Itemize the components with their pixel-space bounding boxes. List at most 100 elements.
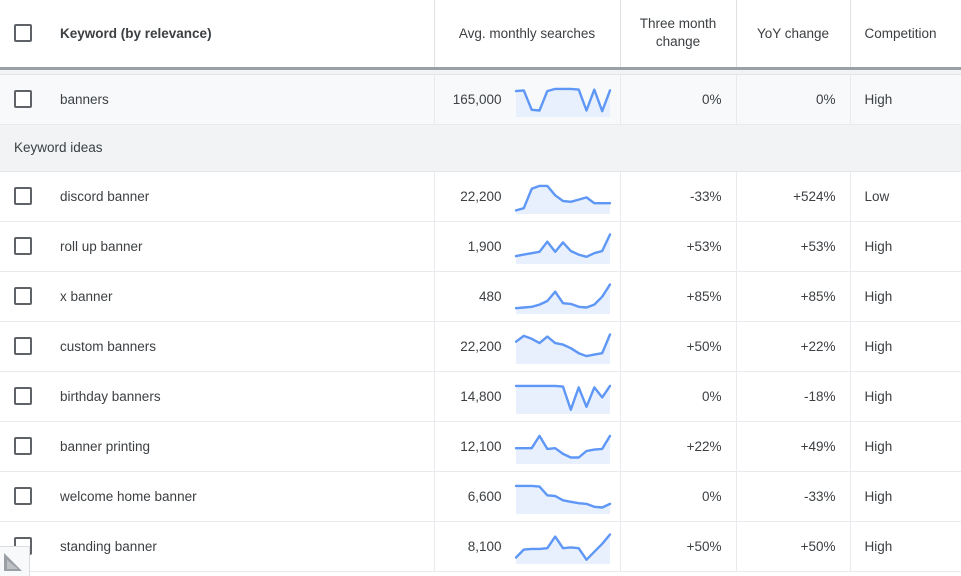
row-checkbox[interactable] xyxy=(14,487,32,505)
competition-cell: High xyxy=(850,421,961,472)
keyword-cell[interactable]: banners xyxy=(48,74,435,125)
keyword-row[interactable]: banner printing 12,100 +22% +49% High xyxy=(0,421,961,472)
avg-monthly-searches-cell: 22,200 xyxy=(434,321,621,372)
avg-searches-wrapper: 6,600 xyxy=(435,472,620,521)
row-select-cell xyxy=(0,171,48,222)
competition-cell: High xyxy=(850,471,961,522)
three-month-change-cell: +50% xyxy=(620,521,737,572)
keyword-cell[interactable]: discord banner xyxy=(48,171,435,222)
yoy-change-cell: -33% xyxy=(736,471,851,522)
header-three-month-change-line1: Three month xyxy=(639,16,717,32)
section-header-keyword-ideas: Keyword ideas xyxy=(0,123,961,172)
header-row: Keyword (by relevance) Avg. monthly sear… xyxy=(0,0,961,68)
select-all-checkbox[interactable] xyxy=(14,24,32,43)
avg-searches-wrapper: 22,200 xyxy=(435,322,620,371)
table-body: banners 165,000 0% 0% High Keyword ideas disco… xyxy=(0,66,961,572)
keyword-row[interactable]: x banner 480 +85% +85% High xyxy=(0,271,961,322)
row-select-cell xyxy=(0,471,48,522)
keyword-cell[interactable]: welcome home banner xyxy=(48,471,435,522)
yoy-change-cell: +50% xyxy=(736,521,851,572)
avg-searches-wrapper: 1,900 xyxy=(435,222,620,271)
search-volume-sparkline xyxy=(514,376,612,414)
keyword-cell[interactable]: custom banners xyxy=(48,321,435,372)
avg-monthly-searches-cell: 14,800 xyxy=(434,371,621,422)
header-avg-monthly-searches[interactable]: Avg. monthly searches xyxy=(434,0,621,68)
search-volume-sparkline xyxy=(514,176,612,214)
avg-monthly-searches-cell: 480 xyxy=(434,271,621,322)
row-checkbox[interactable] xyxy=(14,187,32,205)
avg-monthly-searches-cell: 6,600 xyxy=(434,471,621,522)
keyword-planner-table-panel: Keyword (by relevance) Avg. monthly sear… xyxy=(0,0,961,576)
avg-searches-wrapper: 14,800 xyxy=(435,372,620,421)
avg-monthly-searches-value: 8,100 xyxy=(467,538,502,554)
row-select-cell xyxy=(0,371,48,422)
competition-cell: High xyxy=(850,521,961,572)
three-month-change-cell: +50% xyxy=(620,321,737,372)
keyword-cell[interactable]: x banner xyxy=(48,271,435,322)
yoy-change-cell: +22% xyxy=(736,321,851,372)
header-yoy-change[interactable]: YoY change xyxy=(736,0,851,68)
search-volume-sparkline xyxy=(514,476,612,514)
yoy-change-cell: +524% xyxy=(736,171,851,222)
avg-monthly-searches-value: 14,800 xyxy=(460,388,502,404)
three-month-change-cell: -33% xyxy=(620,171,737,222)
keyword-row[interactable]: discord banner 22,200 -33% +524% Low xyxy=(0,171,961,222)
keyword-row[interactable]: roll up banner 1,900 +53% +53% High xyxy=(0,221,961,272)
keyword-ideas-table: Keyword (by relevance) Avg. monthly sear… xyxy=(0,0,961,572)
keyword-row[interactable]: welcome home banner 6,600 0% -33% High xyxy=(0,471,961,522)
yoy-change-cell: +49% xyxy=(736,421,851,472)
row-checkbox[interactable] xyxy=(14,90,32,108)
avg-searches-wrapper: 8,100 xyxy=(435,522,620,571)
search-volume-sparkline xyxy=(514,276,612,314)
keyword-row[interactable]: standing banner 8,100 +50% +50% High xyxy=(0,521,961,572)
row-select-cell xyxy=(0,321,48,372)
avg-monthly-searches-value: 22,200 xyxy=(460,188,502,204)
avg-searches-wrapper: 22,200 xyxy=(435,172,620,221)
row-checkbox[interactable] xyxy=(14,337,32,355)
header-three-month-change-line2: change xyxy=(655,34,701,50)
row-select-cell xyxy=(0,74,48,125)
avg-monthly-searches-value: 480 xyxy=(478,288,502,304)
table-header: Keyword (by relevance) Avg. monthly sear… xyxy=(0,0,961,68)
row-checkbox[interactable] xyxy=(14,437,32,455)
competition-cell: High xyxy=(850,74,961,125)
keyword-cell[interactable]: roll up banner xyxy=(48,221,435,272)
search-volume-sparkline xyxy=(514,326,612,364)
three-month-change-cell: 0% xyxy=(620,471,737,522)
avg-monthly-searches-cell: 165,000 xyxy=(434,74,621,125)
three-month-change-cell: 0% xyxy=(620,74,737,125)
avg-monthly-searches-cell: 12,100 xyxy=(434,421,621,472)
avg-monthly-searches-value: 12,100 xyxy=(460,438,502,454)
avg-searches-wrapper: 165,000 xyxy=(435,75,620,124)
keyword-cell[interactable]: standing banner xyxy=(48,521,435,572)
three-month-change-cell: +22% xyxy=(620,421,737,472)
row-select-cell xyxy=(0,421,48,472)
avg-monthly-searches-value: 165,000 xyxy=(452,91,502,107)
resize-grip[interactable] xyxy=(0,546,30,576)
avg-monthly-searches-cell: 1,900 xyxy=(434,221,621,272)
yoy-change-cell: +85% xyxy=(736,271,851,322)
competition-cell: High xyxy=(850,371,961,422)
header-keyword[interactable]: Keyword (by relevance) xyxy=(48,0,435,68)
avg-monthly-searches-value: 1,900 xyxy=(467,238,502,254)
search-volume-sparkline xyxy=(514,79,612,117)
row-checkbox[interactable] xyxy=(14,237,32,255)
section-header-label: Keyword ideas xyxy=(0,123,961,172)
keyword-row[interactable]: custom banners 22,200 +50% +22% High xyxy=(0,321,961,372)
competition-cell: High xyxy=(850,271,961,322)
sparkline-area xyxy=(515,284,610,314)
keyword-cell[interactable]: birthday banners xyxy=(48,371,435,422)
keyword-cell[interactable]: banner printing xyxy=(48,421,435,472)
header-competition[interactable]: Competition xyxy=(850,0,961,68)
search-volume-sparkline xyxy=(514,226,612,264)
keyword-row[interactable]: birthday banners 14,800 0% -18% High xyxy=(0,371,961,422)
header-three-month-change[interactable]: Three month change xyxy=(620,0,737,68)
yoy-change-cell: +53% xyxy=(736,221,851,272)
resize-grip-icon xyxy=(4,553,22,571)
avg-searches-wrapper: 480 xyxy=(435,272,620,321)
seed-keyword-row[interactable]: banners 165,000 0% 0% High xyxy=(0,74,961,125)
competition-cell: Low xyxy=(850,171,961,222)
search-volume-sparkline xyxy=(514,426,612,464)
row-checkbox[interactable] xyxy=(14,387,32,405)
row-checkbox[interactable] xyxy=(14,287,32,305)
